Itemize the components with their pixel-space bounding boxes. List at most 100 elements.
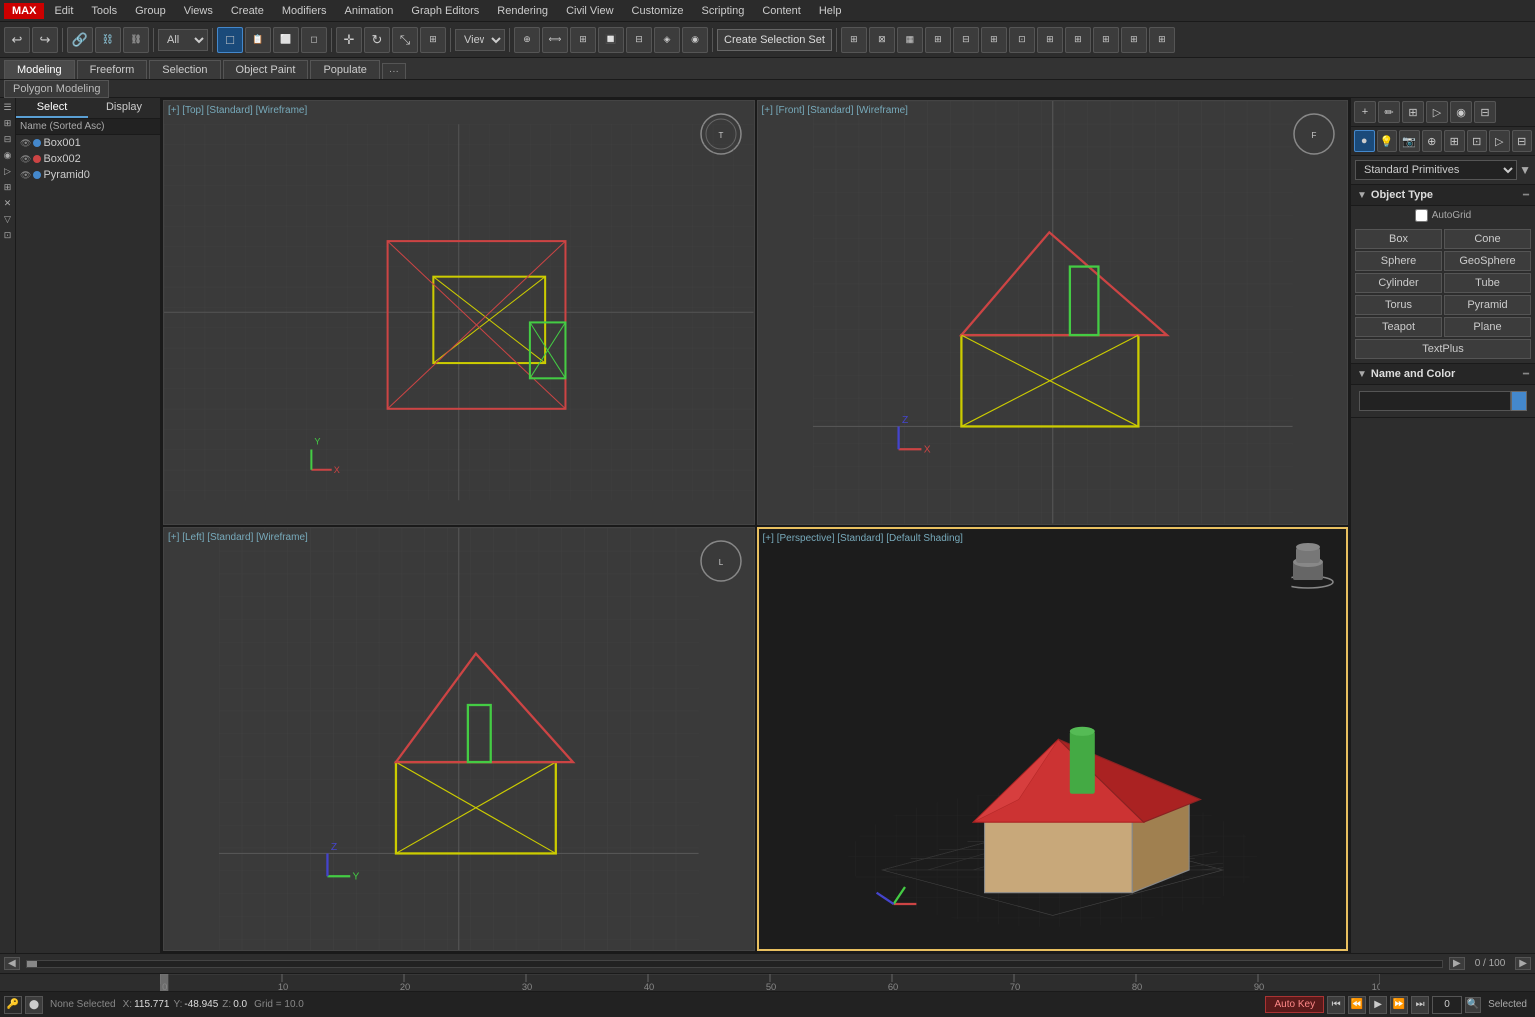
- tube-button[interactable]: Tube: [1444, 273, 1531, 293]
- name-color-header[interactable]: ▼ Name and Color ━: [1351, 364, 1535, 385]
- toolbar-extra-8[interactable]: ⊞: [1037, 27, 1063, 53]
- play-button[interactable]: ▶: [1369, 996, 1387, 1014]
- toolbar-extra-11[interactable]: ⊞: [1121, 27, 1147, 53]
- scene-explorer-icon[interactable]: ☰: [1, 100, 15, 114]
- scale-button[interactable]: ⤡: [392, 27, 418, 53]
- prev-frame-button[interactable]: ⏪: [1348, 996, 1366, 1014]
- create-menu[interactable]: Create: [223, 3, 272, 19]
- color-swatch[interactable]: [1511, 391, 1527, 411]
- torus-button[interactable]: Torus: [1355, 295, 1442, 315]
- display-tab[interactable]: Display: [88, 98, 160, 118]
- viewport-front-label[interactable]: [+] [Front] [Standard] [Wireframe]: [762, 105, 908, 116]
- name-input[interactable]: [1359, 391, 1511, 411]
- modifiers-menu[interactable]: Modifiers: [274, 3, 335, 19]
- toolbar-extra-6[interactable]: ⊞: [981, 27, 1007, 53]
- x-value[interactable]: 115.771: [134, 999, 169, 1010]
- mirror-button[interactable]: ⟺: [542, 27, 568, 53]
- viewport-perspective-label[interactable]: [+] [Perspective] [Standard] [Default Sh…: [763, 533, 963, 544]
- rp-edit-icon[interactable]: ✏: [1378, 101, 1400, 123]
- align-button[interactable]: ⊟: [626, 27, 652, 53]
- group-menu[interactable]: Group: [127, 3, 174, 19]
- select-by-name-button[interactable]: 📋: [245, 27, 271, 53]
- scene-item-box001[interactable]: 👁 Box001: [16, 135, 160, 151]
- viewport-left[interactable]: [+] [Left] [Standard] [Wireframe] L: [163, 527, 755, 952]
- z-value[interactable]: 0.0: [233, 999, 247, 1010]
- max-menu[interactable]: MAX: [4, 3, 44, 19]
- rendering-menu[interactable]: Rendering: [489, 3, 556, 19]
- tab-freeform[interactable]: Freeform: [77, 60, 148, 79]
- toolbar-extra-4[interactable]: ⊞: [925, 27, 951, 53]
- tab-extra[interactable]: ···: [382, 63, 406, 79]
- bind-button[interactable]: ⛓: [123, 27, 149, 53]
- tools-menu[interactable]: Tools: [83, 3, 125, 19]
- material-button[interactable]: ◈: [654, 27, 680, 53]
- filter-dropdown[interactable]: All: [158, 29, 208, 51]
- customize-menu[interactable]: Customize: [624, 3, 692, 19]
- snap-toggle-icon[interactable]: ✕: [1, 196, 15, 210]
- civil-view-menu[interactable]: Civil View: [558, 3, 621, 19]
- rp-system-icon[interactable]: ⊡: [1467, 130, 1488, 152]
- rp-display-icon[interactable]: ◉: [1450, 101, 1472, 123]
- viewport-top[interactable]: [+] [Top] [Standard] [Wireframe] T: [163, 100, 755, 525]
- create-selection-set-button[interactable]: Create Selection Set: [717, 29, 832, 51]
- rp-space-icon[interactable]: ⊞: [1444, 130, 1465, 152]
- rp-utilities-icon[interactable]: ⊟: [1474, 101, 1496, 123]
- toolbar-extra-9[interactable]: ⊞: [1065, 27, 1091, 53]
- toolbar-extra-2[interactable]: ⊠: [869, 27, 895, 53]
- display-icon[interactable]: ◉: [1, 148, 15, 162]
- array-button[interactable]: ⊞: [570, 27, 596, 53]
- help-menu[interactable]: Help: [811, 3, 850, 19]
- tab-selection[interactable]: Selection: [149, 60, 220, 79]
- redo-button[interactable]: ↪: [32, 27, 58, 53]
- select-tab[interactable]: Select: [16, 98, 88, 118]
- eye-icon-pyramid[interactable]: 👁: [20, 170, 31, 181]
- rp-camera-icon[interactable]: 📷: [1399, 130, 1420, 152]
- rp-add-icon[interactable]: +: [1354, 101, 1376, 123]
- utilities-icon[interactable]: ⊞: [1, 180, 15, 194]
- toolbar-extra-5[interactable]: ⊟: [953, 27, 979, 53]
- object-type-pin-icon[interactable]: ━: [1523, 190, 1529, 201]
- scene-item-box002[interactable]: 👁 Box002: [16, 151, 160, 167]
- rp-helper-icon[interactable]: ⊕: [1422, 130, 1443, 152]
- link-button[interactable]: 🔗: [67, 27, 93, 53]
- viewport-top-label[interactable]: [+] [Top] [Standard] [Wireframe]: [168, 105, 307, 116]
- zoom-button[interactable]: 🔍: [1465, 997, 1481, 1013]
- box-button[interactable]: Box: [1355, 229, 1442, 249]
- content-menu[interactable]: Content: [754, 3, 809, 19]
- toolbar-extra-10[interactable]: ⊞: [1093, 27, 1119, 53]
- filter-icon[interactable]: ▽: [1, 212, 15, 226]
- views-menu[interactable]: Views: [176, 3, 221, 19]
- frame-input[interactable]: [1432, 996, 1462, 1014]
- teapot-button[interactable]: Teapot: [1355, 317, 1442, 337]
- object-type-header[interactable]: ▼ Object Type ━: [1351, 185, 1535, 206]
- next-frame-button[interactable]: ⏩: [1390, 996, 1408, 1014]
- toolbar-extra-3[interactable]: ▦: [897, 27, 923, 53]
- pyramid-button[interactable]: Pyramid: [1444, 295, 1531, 315]
- timeline-left-btn[interactable]: ◀: [4, 957, 20, 970]
- pivot-button[interactable]: ⊕: [514, 27, 540, 53]
- select-region-button[interactable]: ◻: [301, 27, 327, 53]
- eye-icon-box002[interactable]: 👁: [20, 154, 31, 165]
- textplus-button[interactable]: TextPlus: [1355, 339, 1531, 359]
- polygon-modeling-label[interactable]: Polygon Modeling: [4, 80, 109, 98]
- eye-icon-box001[interactable]: 👁: [20, 138, 31, 149]
- move-button[interactable]: ✛: [336, 27, 362, 53]
- rp-sphere-icon[interactable]: ●: [1354, 130, 1375, 152]
- rp-light-icon[interactable]: 💡: [1377, 130, 1398, 152]
- key-icon-button[interactable]: 🔑: [4, 996, 22, 1014]
- rp-hierarchy-icon[interactable]: ⊞: [1402, 101, 1424, 123]
- graph-editors-menu[interactable]: Graph Editors: [403, 3, 487, 19]
- timeline-slider[interactable]: [26, 960, 1443, 968]
- toolbar-extra-7[interactable]: ⊡: [1009, 27, 1035, 53]
- rp-motion-icon[interactable]: ▷: [1426, 101, 1448, 123]
- snap-button[interactable]: 🔲: [598, 27, 624, 53]
- render-button[interactable]: ◉: [682, 27, 708, 53]
- toolbar-extra-12[interactable]: ⊞: [1149, 27, 1175, 53]
- select-object-button[interactable]: □: [217, 27, 243, 53]
- group-icon[interactable]: ⊡: [1, 228, 15, 242]
- edit-menu[interactable]: Edit: [46, 3, 81, 19]
- animation-menu[interactable]: Animation: [337, 3, 402, 19]
- primitive-type-dropdown[interactable]: Standard Primitives: [1355, 160, 1517, 180]
- name-color-pin-icon[interactable]: ━: [1523, 369, 1529, 380]
- auto-key-toggle[interactable]: Auto Key: [1265, 996, 1324, 1013]
